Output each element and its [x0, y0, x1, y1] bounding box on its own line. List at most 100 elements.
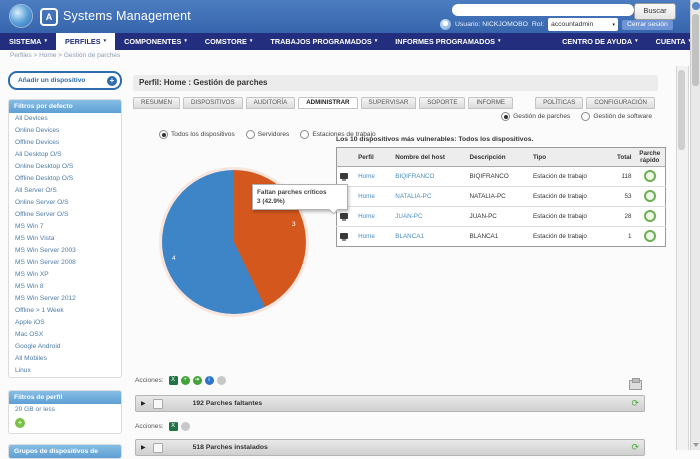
- tab-dispositivos[interactable]: DISPOSITIVOS: [183, 97, 243, 109]
- pie-slice-label: 4: [172, 255, 176, 262]
- user-avatar-icon: [440, 19, 451, 30]
- installed-patches-bar[interactable]: ▶ 518 Parches instalados ⟳: [135, 439, 645, 456]
- tab-supervisar[interactable]: SUPERVISAR: [361, 97, 417, 109]
- select-all-checkbox[interactable]: [153, 399, 163, 409]
- profile-link[interactable]: Home: [358, 193, 375, 200]
- add-device-button[interactable]: Añadir un dispositivo +: [8, 71, 122, 90]
- host-cell: BIQIFRANCO: [392, 167, 466, 187]
- tab-auditoria[interactable]: AUDITORÍA: [246, 97, 296, 109]
- deploy-patch-icon[interactable]: ➜: [193, 376, 202, 385]
- sidebar-item-ms-win-server-2003[interactable]: MS Win Server 2003: [9, 245, 121, 257]
- role-select-value: accountadmin: [551, 21, 593, 28]
- expand-arrow-icon[interactable]: ▶: [141, 400, 146, 407]
- profile-link[interactable]: Home: [358, 233, 375, 240]
- sidebar-item-ms-win-server-2012[interactable]: MS Win Server 2012: [9, 293, 121, 305]
- scroll-up-button[interactable]: [692, 2, 700, 10]
- excel-export-icon[interactable]: X: [169, 376, 178, 385]
- select-all-checkbox[interactable]: [153, 443, 163, 453]
- install-patch-icon[interactable]: +: [181, 376, 190, 385]
- print-icon[interactable]: [629, 380, 642, 390]
- sidebar-item-mac-osx[interactable]: Mac OSX: [9, 329, 121, 341]
- device-icon-cell: [337, 227, 356, 247]
- radio-gestion-de-parches[interactable]: Gestión de parches: [501, 112, 570, 121]
- add-filter-icon[interactable]: +: [15, 418, 25, 428]
- nav-item-informes-programados[interactable]: INFORMES PROGRAMADOS▾: [386, 33, 509, 50]
- logout-button[interactable]: Cerrar sesión: [622, 20, 673, 30]
- profile-link[interactable]: Home: [358, 213, 375, 220]
- profile-link[interactable]: Home: [358, 173, 375, 180]
- tab-soporte[interactable]: SOPORTE: [419, 97, 465, 109]
- role-select[interactable]: accountadmin ▾: [548, 18, 618, 31]
- radio-gestion-de-software[interactable]: Gestión de software: [581, 112, 652, 121]
- sidebar-item-all-server-o-s[interactable]: All Server O/S: [9, 185, 121, 197]
- nav-item-trabajos-programados[interactable]: TRABAJOS PROGRAMADOS▾: [261, 33, 386, 50]
- excel-export-icon[interactable]: X: [169, 422, 178, 431]
- tab-resumen[interactable]: RESUMEN: [133, 97, 180, 109]
- content-scrollbar[interactable]: [676, 66, 689, 450]
- sidebar-item-offline-desktop-o-s[interactable]: Offline Desktop O/S: [9, 173, 121, 185]
- nav-item-comstore[interactable]: COMSTORE▾: [196, 33, 262, 50]
- radio-todos-los-dispositivos[interactable]: Todos los dispositivos: [159, 130, 235, 139]
- total-cell: 1: [606, 227, 634, 247]
- info-icon[interactable]: i: [205, 376, 214, 385]
- quick-patch-icon[interactable]: [644, 230, 656, 242]
- sidebar-item-ms-win-vista[interactable]: MS Win Vista: [9, 233, 121, 245]
- sidebar-item-ms-win-xp[interactable]: MS Win XP: [9, 269, 121, 281]
- quick-patch-icon[interactable]: [644, 190, 656, 202]
- nav-item-sistema[interactable]: SISTEMA▾: [0, 33, 56, 50]
- host-link[interactable]: JUAN-PC: [395, 213, 422, 220]
- host-link[interactable]: BLANCA1: [395, 233, 424, 240]
- quick-patch-icon[interactable]: [644, 210, 656, 222]
- table-head: PerfilNombre del hostDescripciónTipoTota…: [337, 148, 666, 167]
- sidebar-item-online-devices[interactable]: Online Devices: [9, 125, 121, 137]
- scroll-down-icon[interactable]: [693, 443, 699, 447]
- search-input[interactable]: [452, 4, 634, 16]
- radio-servidores[interactable]: Servidores: [246, 130, 290, 139]
- nav-left: SISTEMA▾PERFILES▾COMPONENTES▾COMSTORE▾TR…: [0, 33, 510, 50]
- refresh-icon[interactable]: ⟳: [631, 399, 639, 408]
- sidebar-item-linux[interactable]: Linux: [9, 365, 121, 377]
- radio-dot-icon: [246, 130, 255, 139]
- sidebar-item-google-android[interactable]: Google Android: [9, 341, 121, 353]
- tabs-left: RESUMENDISPOSITIVOSAUDITORÍAADMINISTRAR S…: [133, 97, 516, 109]
- host-link[interactable]: BIQIFRANCO: [395, 173, 434, 180]
- sidebar-item-apple-ios[interactable]: Apple iOS: [9, 317, 121, 329]
- plus-icon: +: [107, 76, 117, 86]
- sidebar-item-offline-server-o-s[interactable]: Offline Server O/S: [9, 209, 121, 221]
- window-scrollbar[interactable]: [690, 0, 700, 450]
- sidebar-item-all-desktop-o-s[interactable]: All Desktop O/S: [9, 149, 121, 161]
- quick-patch-icon[interactable]: [644, 170, 656, 182]
- host-link[interactable]: NATALIA-PC: [395, 193, 431, 200]
- nav-item-centro-de-ayuda[interactable]: CENTRO DE AYUDA▾: [553, 33, 647, 50]
- sidebar-item-all-mobiles[interactable]: All Mobiles: [9, 353, 121, 365]
- sidebar-item-20-gb-or-less[interactable]: 20 GB or less: [9, 404, 121, 416]
- table-row: HomeBLANCA1BLANCA1Estación de trabajo1: [337, 227, 666, 247]
- user-name-label: Usuario: NICKJOMOBO: [455, 21, 528, 28]
- actions-label: Acciones:: [135, 423, 164, 430]
- window-scrollbar-thumb[interactable]: [692, 14, 699, 86]
- tab-informe[interactable]: INFORME: [468, 97, 513, 109]
- main-content: Perfil: Home : Gestión de parches RESUME…: [133, 66, 658, 450]
- sidebar-item-offline-devices[interactable]: Offline Devices: [9, 137, 121, 149]
- missing-patches-bar[interactable]: ▶ 192 Parches faltantes ⟳: [135, 395, 645, 412]
- sidebar-item-ms-win-8[interactable]: MS Win 8: [9, 281, 121, 293]
- tipo-cell: Estación de trabajo: [530, 207, 606, 227]
- sidebar-item-online-desktop-o-s[interactable]: Online Desktop O/S: [9, 161, 121, 173]
- perfil-cell: Home: [355, 167, 392, 187]
- sidebar-item-offline-1-week[interactable]: Offline > 1 Week: [9, 305, 121, 317]
- tab-politicas[interactable]: POLÍTICAS: [535, 97, 583, 109]
- table-body: HomeBIQIFRANCOBIQIFRANCOEstación de trab…: [337, 167, 666, 247]
- vulnerable-devices-block: Los 10 dispositivos más vulnerables: Tod…: [336, 136, 666, 247]
- sidebar-item-ms-win-7[interactable]: MS Win 7: [9, 221, 121, 233]
- tab-configuracion[interactable]: CONFIGURACIÓN: [586, 97, 655, 109]
- refresh-icon[interactable]: ⟳: [631, 443, 639, 452]
- descripcion-cell: BLANCA1: [467, 227, 530, 247]
- table-title: Los 10 dispositivos más vulnerables: Tod…: [336, 136, 666, 143]
- sidebar-item-ms-win-server-2008[interactable]: MS Win Server 2008: [9, 257, 121, 269]
- content-scrollbar-thumb[interactable]: [678, 70, 685, 150]
- nav-item-componentes[interactable]: COMPONENTES▾: [115, 33, 196, 50]
- sidebar-item-all-devices[interactable]: All Devices: [9, 113, 121, 125]
- sidebar-item-online-server-o-s[interactable]: Online Server O/S: [9, 197, 121, 209]
- nav-item-perfiles[interactable]: PERFILES▾: [56, 33, 115, 50]
- tab-administrar[interactable]: ADMINISTRAR: [298, 97, 357, 109]
